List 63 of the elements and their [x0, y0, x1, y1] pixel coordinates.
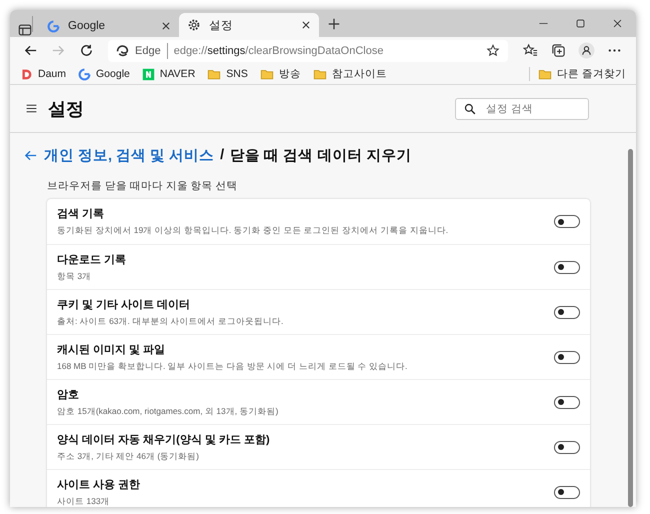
gear-icon [187, 18, 201, 32]
toggle-switch[interactable] [554, 215, 580, 228]
browser-tab[interactable]: Google [39, 15, 179, 37]
setting-title: 다운로드 기록 [57, 252, 128, 266]
close-icon [161, 21, 171, 31]
menu-icon [25, 102, 38, 115]
bookmark[interactable]: Daum [20, 68, 66, 80]
search-field[interactable]: 설정 검색 [455, 98, 589, 120]
favorites-icon [522, 43, 538, 58]
setting-title: 사이트 사용 권한 [57, 478, 142, 492]
bookmark[interactable]: 참고사이트 [312, 67, 387, 81]
daum-icon [20, 68, 33, 80]
page-title: 설정 [48, 98, 84, 120]
breadcrumb-link[interactable]: 개인 정보, 검색 및 서비스 [44, 146, 214, 164]
back-icon [22, 43, 38, 58]
bookmark[interactable]: Google [78, 68, 130, 80]
breadcrumb-separator: / [220, 147, 224, 163]
setting-description: 동기화된 장치에서 19개 이상의 항목입니다. 동기화 중인 모든 로그인된 장치에서 기록을 지웁니다. [57, 225, 450, 237]
setting-description: 암호 15개(kakao.com, riotgames.com, 외 13개, 동기화됨) [57, 406, 280, 418]
bookmark[interactable]: NAVER [142, 68, 196, 80]
refresh-icon [78, 43, 94, 58]
setting-title: 캐시된 이미지 및 파일 [57, 342, 166, 356]
setting-description: 사이트 133개 [57, 496, 111, 507]
url-text: edge://settings/clearBrowsingDataOnClose [174, 44, 384, 56]
add-favorite-icon [486, 44, 500, 58]
google-icon [78, 68, 92, 80]
naver-icon [142, 68, 155, 80]
new-tab-icon [327, 16, 341, 30]
toggle-switch[interactable] [554, 306, 580, 318]
browser-name-label: Edge [135, 44, 161, 56]
setting-description: 주소 3개, 기타 제안 46개 (동기화됨) [57, 450, 200, 462]
toggle-switch[interactable] [554, 486, 580, 498]
tab-actions-icon [18, 23, 32, 37]
setting-title: 양식 데이터 자동 채우기(양식 및 카드 포함) [57, 432, 271, 446]
profile-icon [578, 42, 594, 59]
bookmark[interactable]: SNS [207, 67, 248, 81]
toggle-switch[interactable] [554, 350, 580, 364]
maximize-icon [575, 18, 586, 29]
folder-icon [260, 67, 274, 81]
other-favorites[interactable]: 다른 즐겨찾기 [529, 67, 626, 81]
browser-tab[interactable]: 설정 [179, 13, 319, 37]
setting-title: 암호 [57, 388, 80, 402]
toggle-switch[interactable] [554, 440, 580, 454]
folder-icon [312, 67, 327, 81]
setting-title: 쿠키 및 기타 사이트 데이터 [57, 298, 192, 312]
address-bar[interactable]: Edge edge://settings/clearBrowsingDataOnClose [108, 40, 508, 62]
forward-icon [50, 43, 66, 58]
setting-description: 출처: 사이트 63개. 대부분의 사이트에서 로그아웃됩니다. [57, 316, 284, 328]
setting-description: 항목 3개 [57, 270, 92, 282]
close-icon [612, 18, 623, 29]
section-label: 브라우저를 닫을 때마다 지울 항목 선택 [47, 179, 239, 193]
folder-icon [538, 67, 552, 81]
edge-icon [116, 44, 129, 57]
toggle-switch[interactable] [554, 396, 580, 408]
toggle-switch[interactable] [554, 260, 580, 274]
bookmark[interactable]: 방송 [260, 67, 301, 81]
section-title: 닫을 때 검색 데이터 지우기 [230, 146, 412, 164]
folder-icon [207, 67, 222, 81]
setting-description: 168 MB 미만을 확보합니다. 일부 사이트는 다음 방문 시에 더 느리게 로드될 수 있습니다. [57, 360, 408, 372]
collections-icon [550, 43, 566, 58]
google-icon [47, 20, 60, 32]
close-icon [301, 20, 311, 30]
setting-title: 검색 기록 [57, 207, 106, 221]
